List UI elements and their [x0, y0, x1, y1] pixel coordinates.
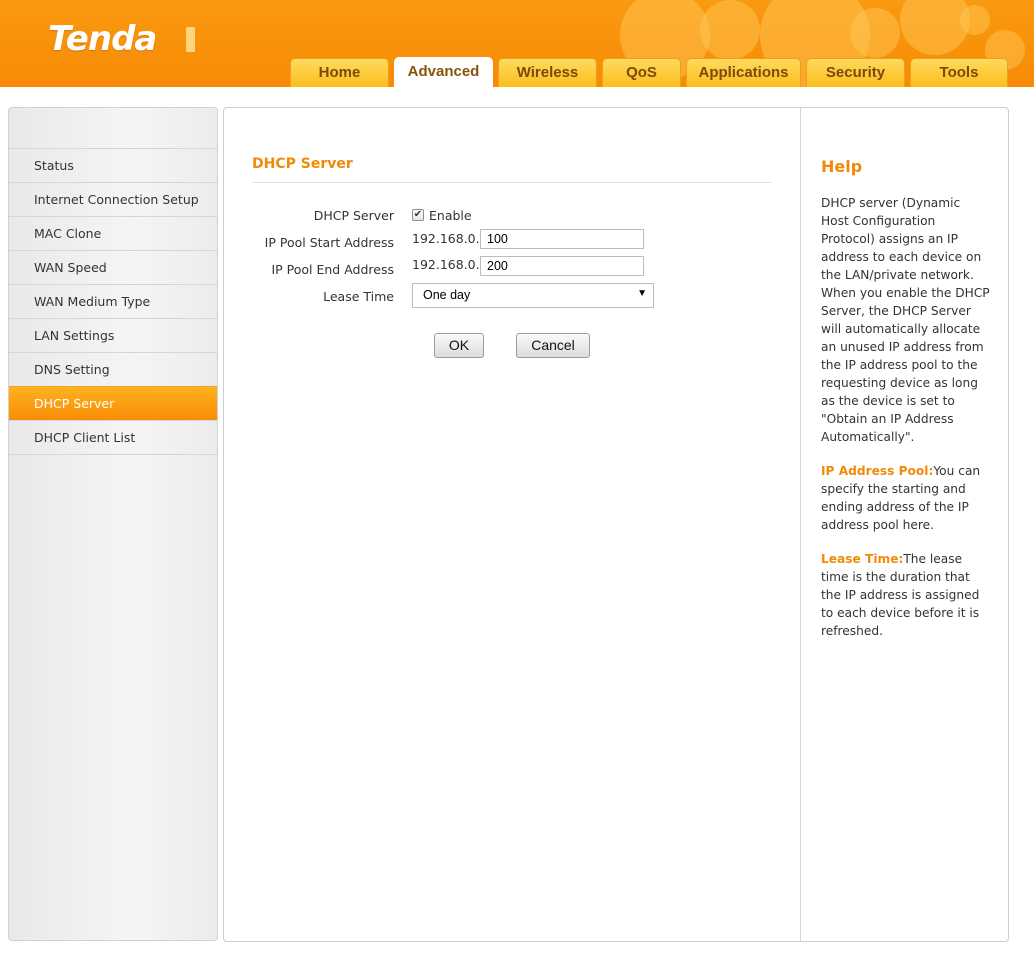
enable-label: Enable	[429, 208, 472, 223]
sidebar-item-dhcp-client-list[interactable]: DHCP Client List	[9, 420, 217, 455]
ip-pool-end-input[interactable]: 200	[480, 256, 644, 276]
sidebar-item-dhcp-server[interactable]: DHCP Server	[9, 386, 217, 420]
tab-home[interactable]: Home	[290, 58, 389, 87]
help-title: Help	[821, 157, 863, 176]
tab-qos[interactable]: QoS	[602, 58, 681, 87]
ip-prefix-start: 192.168.0.	[412, 231, 480, 246]
help-pool-paragraph: IP Address Pool:You can specify the star…	[821, 462, 991, 534]
ip-pool-start-label: IP Pool Start Address	[264, 235, 394, 250]
tab-tools[interactable]: Tools	[910, 58, 1008, 87]
main-nav-tabs: Home Advanced Wireless QoS Applications …	[0, 0, 1034, 87]
sidebar: Status Internet Connection Setup MAC Clo…	[8, 107, 218, 941]
sidebar-menu: Status Internet Connection Setup MAC Clo…	[9, 148, 217, 455]
dhcp-server-label: DHCP Server	[313, 208, 394, 223]
sidebar-item-mac-clone[interactable]: MAC Clone	[9, 216, 217, 250]
page-title: DHCP Server	[252, 156, 353, 172]
sidebar-item-wan-speed[interactable]: WAN Speed	[9, 250, 217, 284]
dropdown-arrow-icon: ▼	[637, 288, 647, 299]
tab-security[interactable]: Security	[806, 58, 905, 87]
tab-wireless[interactable]: Wireless	[498, 58, 597, 87]
help-pool-key: IP Address Pool:	[821, 464, 934, 478]
help-lease-paragraph: Lease Time:The lease time is the duratio…	[821, 550, 991, 640]
tab-advanced[interactable]: Advanced	[394, 57, 493, 87]
cancel-button[interactable]: Cancel	[516, 333, 590, 358]
help-lease-key: Lease Time:	[821, 552, 904, 566]
help-divider	[800, 108, 801, 941]
ip-prefix-end: 192.168.0.	[412, 257, 480, 272]
sidebar-item-dns-setting[interactable]: DNS Setting	[9, 352, 217, 386]
lease-time-value: One day	[423, 288, 471, 302]
enable-checkbox[interactable]: ✔	[412, 209, 424, 221]
sidebar-item-internet-connection-setup[interactable]: Internet Connection Setup	[9, 182, 217, 216]
title-divider	[252, 182, 772, 183]
sidebar-item-wan-medium-type[interactable]: WAN Medium Type	[9, 284, 217, 318]
ip-pool-start-input[interactable]: 100	[480, 229, 644, 249]
tab-applications[interactable]: Applications	[686, 58, 801, 87]
sidebar-item-lan-settings[interactable]: LAN Settings	[9, 318, 217, 352]
lease-time-select[interactable]: One day ▼	[412, 283, 654, 308]
help-intro: DHCP server (Dynamic Host Configuration …	[821, 196, 990, 444]
lease-time-label: Lease Time	[323, 289, 394, 304]
sidebar-item-status[interactable]: Status	[9, 148, 217, 182]
ip-pool-end-label: IP Pool End Address	[271, 262, 394, 277]
ok-button[interactable]: OK	[434, 333, 484, 358]
